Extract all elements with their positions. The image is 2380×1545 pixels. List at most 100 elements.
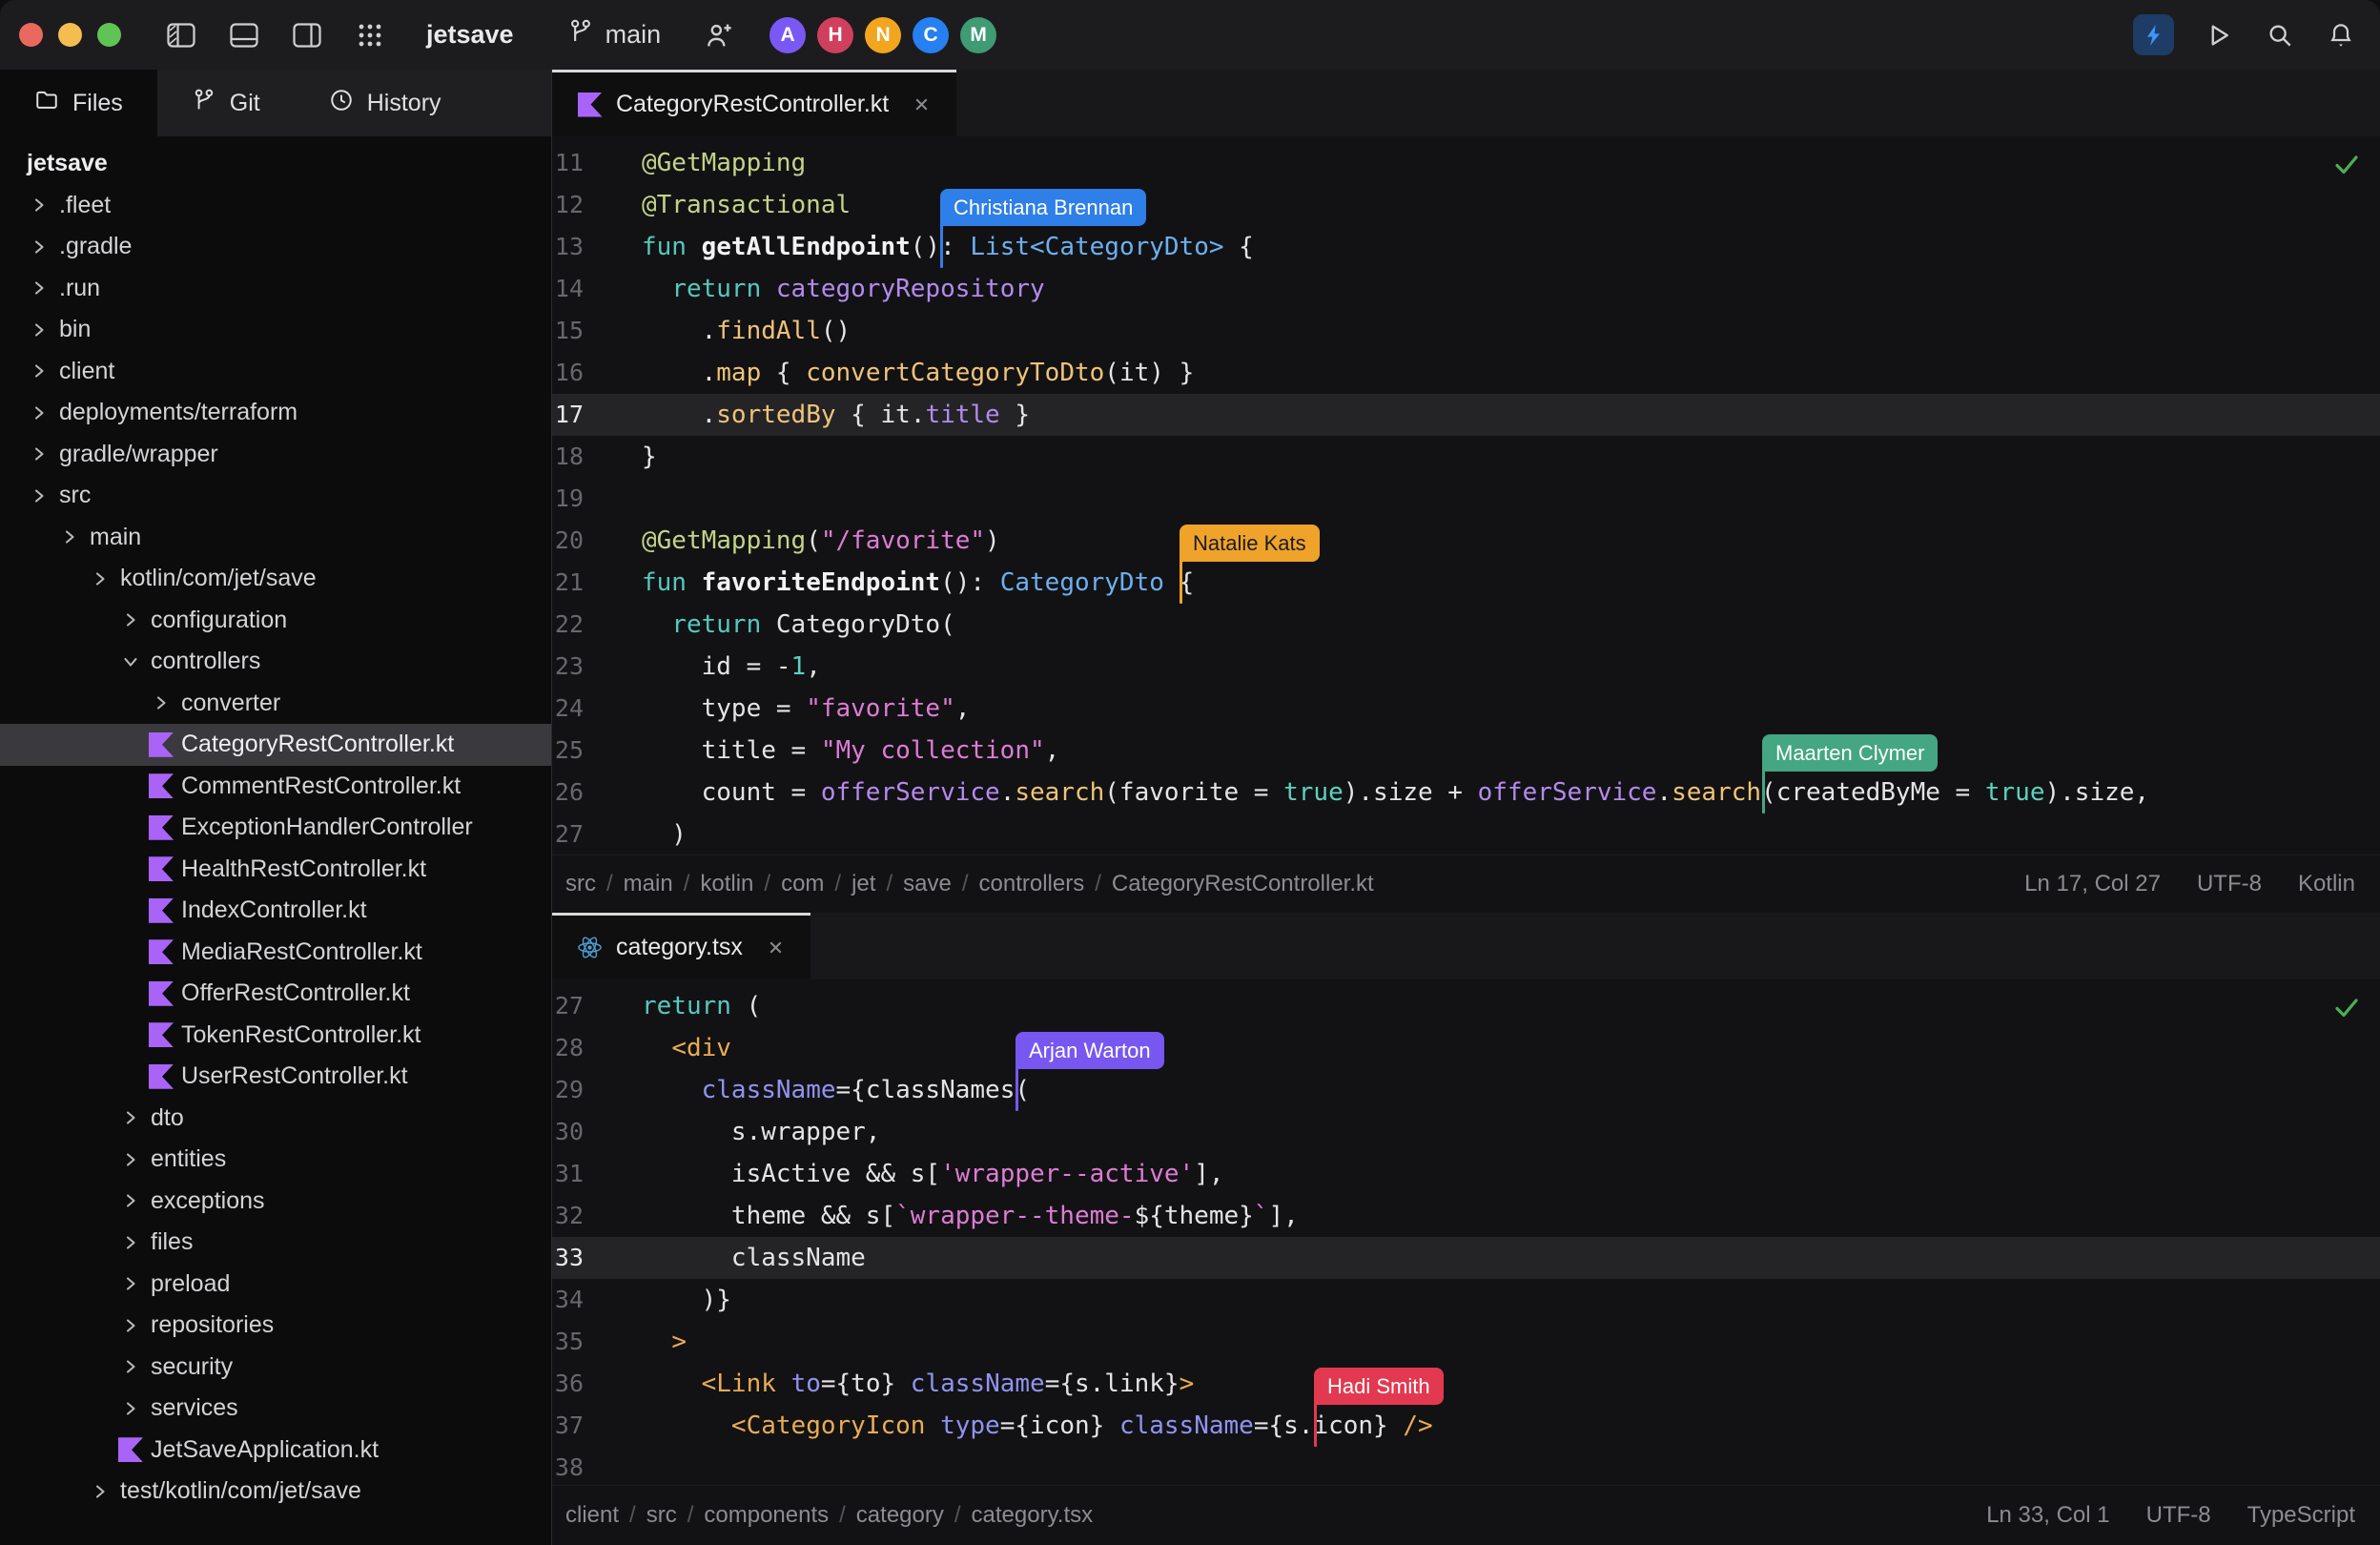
tree-item-label: client (59, 358, 114, 385)
checkmark-icon (2332, 993, 2361, 1028)
chevron-right-icon (118, 1147, 143, 1172)
tree-item[interactable]: entities (0, 1139, 551, 1181)
tree-item[interactable]: repositories (0, 1305, 551, 1347)
breadcrumb-segment[interactable]: kotlin (700, 871, 753, 897)
status-item[interactable]: UTF-8 (2146, 1502, 2211, 1529)
tree-item[interactable]: .run (0, 268, 551, 310)
toggle-left-panel-icon[interactable] (165, 19, 197, 52)
avatar-c[interactable]: C (913, 17, 949, 53)
tree-item[interactable]: files (0, 1222, 551, 1264)
collab-caret (940, 224, 943, 268)
breadcrumb-segment[interactable]: save (903, 871, 952, 897)
editor-tab[interactable]: category.tsx (552, 913, 810, 979)
branch-selector[interactable]: main (567, 18, 662, 52)
tree-item-label: IndexController.kt (181, 896, 367, 924)
avatar-h[interactable]: H (817, 17, 853, 53)
tree-item[interactable]: main (0, 517, 551, 559)
status-item[interactable]: Kotlin (2298, 871, 2355, 897)
line-number: 18 (552, 436, 611, 478)
tree-item[interactable]: bin (0, 309, 551, 351)
tree-item[interactable]: OfferRestController.kt (0, 973, 551, 1015)
tree-item-label: exceptions (151, 1187, 265, 1215)
line-number: 31 (552, 1153, 611, 1195)
toggle-right-panel-icon[interactable] (291, 19, 323, 52)
tree-item[interactable]: dto (0, 1098, 551, 1140)
tree-item[interactable]: HealthRestController.kt (0, 849, 551, 891)
chevron-right-icon (57, 525, 82, 549)
tree-item[interactable]: TokenRestController.kt (0, 1015, 551, 1057)
git-branch-icon (567, 18, 594, 52)
tree-item[interactable]: controllers (0, 641, 551, 683)
tree-item[interactable]: gradle/wrapper (0, 434, 551, 476)
tree-item[interactable]: .fleet (0, 185, 551, 227)
workspaces-grid-icon[interactable] (354, 19, 386, 52)
tree-item[interactable]: client (0, 351, 551, 393)
notifications-bell-icon[interactable] (2325, 19, 2357, 52)
invite-collaborator-icon[interactable] (703, 19, 735, 52)
tree-item[interactable]: services (0, 1388, 551, 1430)
tree-item[interactable]: JetSaveApplication.kt (0, 1430, 551, 1472)
close-icon[interactable] (912, 94, 932, 114)
tree-item[interactable]: deployments/terraform (0, 392, 551, 434)
tree-item[interactable]: jetsave (0, 143, 551, 185)
tab-label: History (367, 90, 441, 117)
chevron-right-icon (27, 359, 51, 383)
breadcrumb-segment[interactable]: main (624, 871, 673, 897)
tab-git[interactable]: Git (157, 70, 295, 136)
avatar-n[interactable]: N (865, 17, 901, 53)
tree-item[interactable]: test/kotlin/com/jet/save (0, 1471, 551, 1513)
tree-item[interactable]: CategoryRestController.kt (0, 724, 551, 766)
breadcrumb-segment[interactable]: src (565, 871, 596, 897)
tree-item[interactable]: ExceptionHandlerController (0, 807, 551, 849)
code-area[interactable]: 27return (28 <div29 className={className… (552, 979, 2380, 1485)
breadcrumb-segment[interactable]: controllers (979, 871, 1085, 897)
toggle-bottom-panel-icon[interactable] (228, 19, 260, 52)
tab-files[interactable]: Files (0, 70, 157, 136)
chevron-right-icon (27, 318, 51, 342)
run-lightning-icon[interactable] (2133, 14, 2174, 55)
tree-item-label: .run (59, 275, 100, 302)
status-item[interactable]: Ln 33, Col 1 (1986, 1502, 2109, 1529)
search-icon[interactable] (2264, 19, 2296, 52)
breadcrumb-segment[interactable]: components (704, 1502, 829, 1529)
tree-item-label: UserRestController.kt (181, 1062, 408, 1090)
close-icon[interactable] (766, 937, 786, 958)
tree-item[interactable]: CommentRestController.kt (0, 766, 551, 808)
branch-name: main (605, 20, 662, 50)
breadcrumb-segment[interactable]: com (781, 871, 824, 897)
breadcrumb-segment[interactable]: CategoryRestController.kt (1112, 871, 1374, 897)
status-item[interactable]: TypeScript (2247, 1502, 2355, 1529)
avatar-a[interactable]: A (769, 17, 806, 53)
editor-tab[interactable]: CategoryRestController.kt (552, 70, 956, 136)
breadcrumb-separator: / (954, 1502, 961, 1529)
code-area[interactable]: 11@GetMapping12@Transactional13fun getAl… (552, 136, 2380, 855)
tab-history[interactable]: History (295, 70, 476, 136)
collab-caret (1314, 1403, 1317, 1447)
tree-item[interactable]: converter (0, 683, 551, 725)
close-window-button[interactable] (19, 23, 43, 47)
breadcrumb-segment[interactable]: category (856, 1502, 944, 1529)
avatar-m[interactable]: M (960, 17, 996, 53)
breadcrumb-segment[interactable]: category.tsx (972, 1502, 1094, 1529)
run-play-icon[interactable] (2203, 19, 2235, 52)
tree-item[interactable]: kotlin/com/jet/save (0, 558, 551, 600)
maximize-window-button[interactable] (97, 23, 121, 47)
breadcrumb-segment[interactable]: src (646, 1502, 677, 1529)
tree-item[interactable]: configuration (0, 600, 551, 642)
tree-item[interactable]: UserRestController.kt (0, 1056, 551, 1098)
tree-item[interactable]: src (0, 475, 551, 517)
project-name[interactable]: jetsave (426, 20, 514, 50)
kotlin-file-icon (118, 1437, 143, 1462)
tree-item[interactable]: exceptions (0, 1181, 551, 1223)
status-item[interactable]: Ln 17, Col 27 (2024, 871, 2161, 897)
tree-item[interactable]: MediaRestController.kt (0, 932, 551, 974)
tree-item[interactable]: IndexController.kt (0, 890, 551, 932)
breadcrumb-segment[interactable]: client (565, 1502, 619, 1529)
minimize-window-button[interactable] (58, 23, 82, 47)
breadcrumb-segment[interactable]: jet (851, 871, 875, 897)
tree-item[interactable]: preload (0, 1264, 551, 1306)
tree-item[interactable]: .gradle (0, 226, 551, 268)
tree-item[interactable]: security (0, 1347, 551, 1389)
tree-item-label: TokenRestController.kt (181, 1021, 421, 1049)
status-item[interactable]: UTF-8 (2197, 871, 2262, 897)
